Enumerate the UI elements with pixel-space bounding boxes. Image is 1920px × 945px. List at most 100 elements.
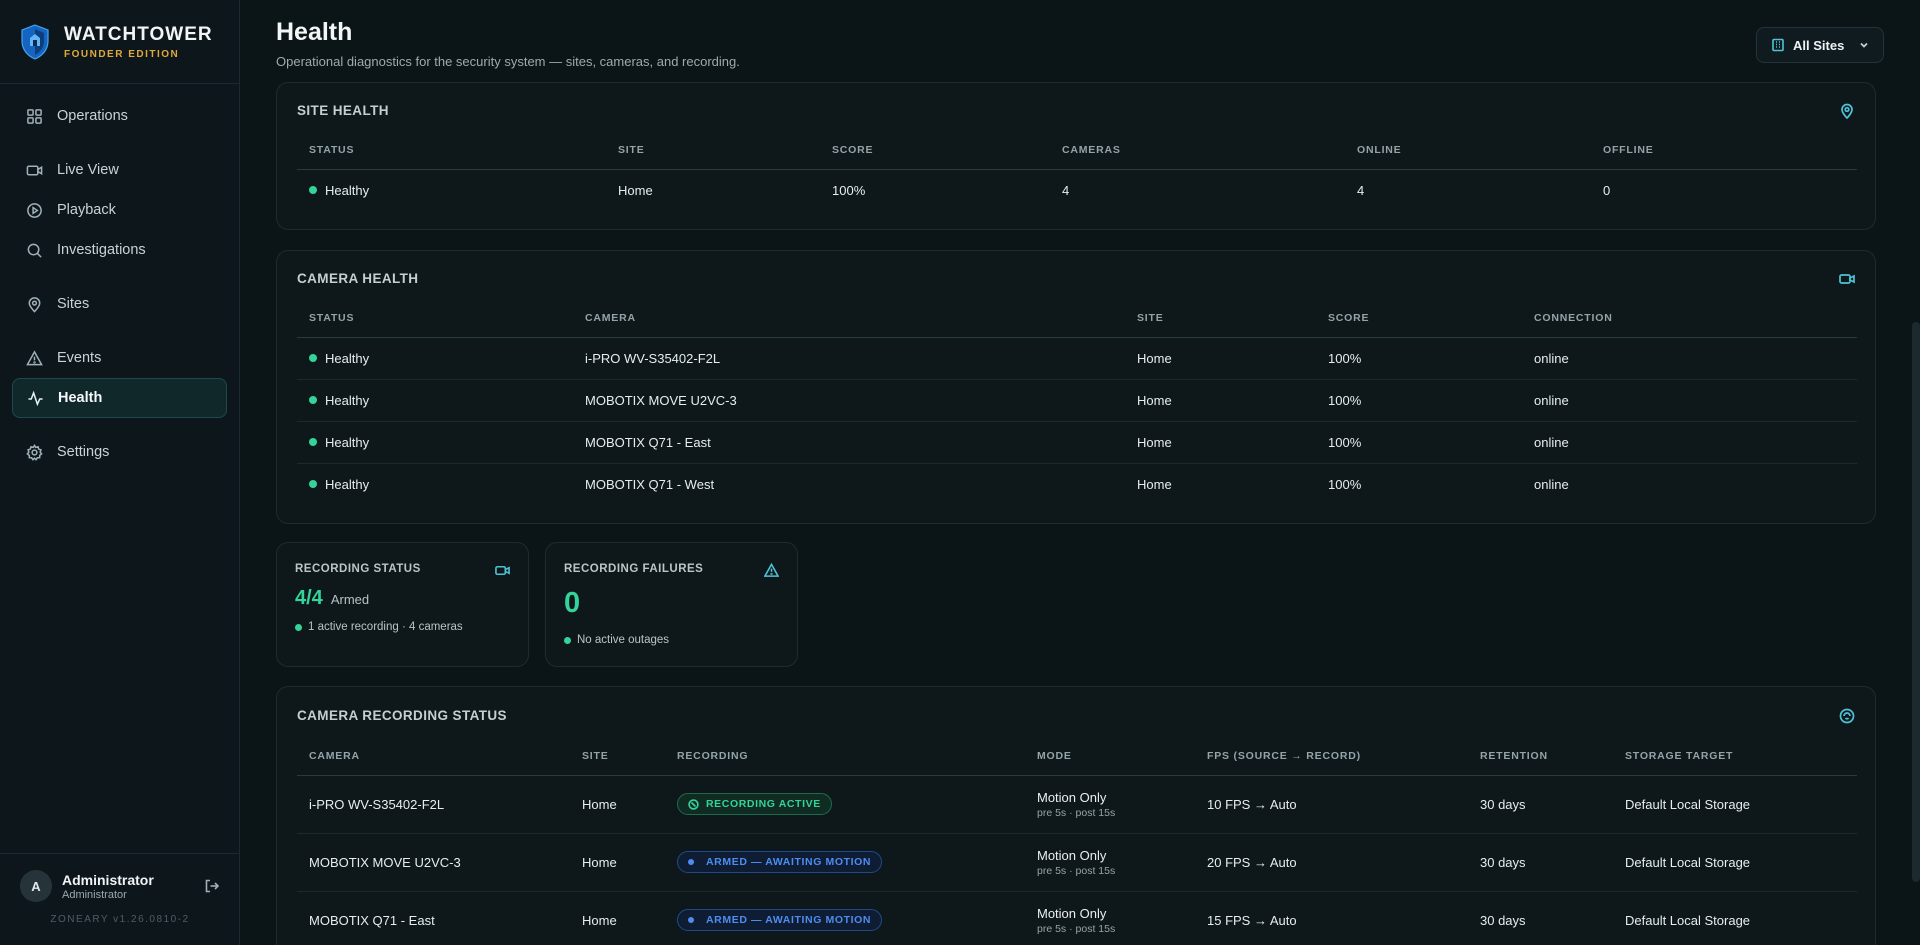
sidebar: WATCHTOWER FOUNDER EDITION Operations Li… [0, 0, 240, 945]
recording-status-card: RECORDING STATUS 4/4 Armed 1 active reco… [276, 542, 529, 667]
logout-icon[interactable] [204, 878, 220, 894]
nav-item-live-view[interactable]: Live View [12, 150, 227, 190]
status-text: Healthy [325, 392, 370, 408]
nav-label: Investigations [57, 242, 146, 258]
main-nav: Operations Live View Playback Investigat… [0, 84, 239, 472]
col-status[interactable]: STATUS [297, 299, 573, 338]
col-online[interactable]: ONLINE [1345, 131, 1591, 170]
mode-cell: Motion Only pre 5s · post 15s [1025, 833, 1195, 892]
table-row[interactable]: i-PRO WV-S35402-F2L Home RECORDING ACTIV… [297, 775, 1857, 834]
table-row[interactable]: Healthy MOBOTIX MOVE U2VC-3 Home 100% on… [297, 379, 1857, 422]
site-health-table: STATUS SITE SCORE CAMERAS ONLINE OFFLINE… [297, 131, 1857, 211]
card-title: CAMERA HEALTH [297, 271, 419, 286]
table-row[interactable]: Healthy i-PRO WV-S35402-F2L Home 100% on… [297, 337, 1857, 380]
nav-item-health[interactable]: Health [12, 378, 227, 418]
user-name: Administrator [62, 871, 154, 888]
failures-note: No active outages [564, 634, 669, 646]
col-camera[interactable]: CAMERA [573, 299, 1125, 338]
camera-cell: i-PRO WV-S35402-F2L [573, 337, 1125, 380]
col-score[interactable]: SCORE [820, 131, 1050, 170]
col-mode[interactable]: MODE [1025, 737, 1195, 776]
camera-health-table: STATUS CAMERA SITE SCORE CONNECTION Heal… [297, 299, 1857, 505]
nav-item-investigations[interactable]: Investigations [12, 230, 227, 270]
recording-failures-card: RECORDING FAILURES 0 No active outages [545, 542, 798, 667]
site-cell: Home [618, 182, 653, 198]
recording-cell: RECORDING ACTIVE [665, 775, 1025, 834]
col-storage-target[interactable]: STORAGE TARGET [1613, 737, 1857, 776]
status-cell: Healthy [297, 421, 573, 464]
recording-cell: ARMED — AWAITING MOTION [665, 833, 1025, 892]
score-cell: 100% [1328, 476, 1362, 492]
recording-armed-label: Armed [330, 592, 370, 607]
table-row[interactable]: Healthy Home 100% 4 4 0 [297, 169, 1857, 211]
col-status[interactable]: STATUS [297, 131, 606, 170]
site-cell: Home [582, 912, 617, 928]
status-dot [688, 859, 694, 865]
table-row[interactable]: MOBOTIX MOVE U2VC-3 Home ARMED — AWAITIN… [297, 833, 1857, 892]
site-filter-value: All Sites [1793, 37, 1845, 53]
nav-item-operations[interactable]: Operations [12, 96, 227, 136]
scrollbar[interactable] [1912, 322, 1920, 882]
nav-item-playback[interactable]: Playback [12, 190, 227, 230]
brand-name: WATCHTOWER [64, 23, 213, 45]
camera-cell: MOBOTIX Q71 - East [309, 912, 435, 928]
nav-item-events[interactable]: Events [12, 338, 227, 378]
retention-cell: 30 days [1468, 775, 1613, 834]
status-dot [309, 353, 317, 362]
nav-label: Events [57, 350, 102, 366]
map-pin-icon [1841, 103, 1853, 119]
map-pin-icon [28, 296, 41, 313]
fps-cell: 15 FPS → Auto [1207, 912, 1297, 928]
storage-cell: Default Local Storage [1613, 833, 1857, 892]
site-filter-select[interactable]: All Sites [1756, 27, 1884, 63]
status-cell: Healthy [297, 379, 573, 422]
cameras-cell: 4 [1062, 182, 1070, 198]
col-fps[interactable]: FPS (SOURCE → RECORD) [1195, 737, 1468, 776]
col-score[interactable]: SCORE [1316, 299, 1522, 338]
col-retention[interactable]: RETENTION [1468, 737, 1613, 776]
activity-icon [28, 390, 43, 406]
status-dot [309, 479, 317, 488]
camera-cell: MOBOTIX Q71 - West [585, 476, 715, 492]
failures-count: 0 [564, 587, 581, 619]
storage-cell: Default Local Storage [1613, 775, 1857, 834]
table-row[interactable]: Healthy MOBOTIX Q71 - East Home 100% onl… [297, 421, 1857, 464]
nav-item-settings[interactable]: Settings [12, 432, 227, 472]
col-site[interactable]: SITE [570, 737, 665, 776]
status-dot [309, 185, 317, 194]
retention-cell: 30 days [1480, 912, 1526, 928]
building-icon [1772, 38, 1784, 52]
record-target-icon [1839, 708, 1855, 724]
table-row[interactable]: Healthy MOBOTIX Q71 - West Home 100% onl… [297, 463, 1857, 505]
recording-armed-count: 4/4 [295, 587, 323, 609]
card-title: RECORDING STATUS [295, 563, 421, 575]
mode-cell: Motion Only pre 5s · post 15s [1025, 775, 1195, 834]
app-version: ZONEARY v1.26.0810-2 [50, 914, 190, 925]
nav-label: Live View [57, 162, 119, 178]
brand[interactable]: WATCHTOWER FOUNDER EDITION [0, 0, 239, 84]
avatar[interactable]: A [20, 870, 52, 902]
camera-health-card: CAMERA HEALTH STATUS CAMERA SITE SCORE C… [276, 250, 1876, 524]
video-icon [1839, 274, 1855, 284]
connection-cell: online [1534, 476, 1569, 492]
col-site[interactable]: SITE [1125, 299, 1316, 338]
col-camera[interactable]: CAMERA [297, 737, 570, 776]
status-cell: Healthy [297, 169, 606, 211]
col-site[interactable]: SITE [606, 131, 820, 170]
col-offline[interactable]: OFFLINE [1591, 131, 1857, 170]
chevron-down-icon [1860, 42, 1868, 48]
table-row[interactable]: MOBOTIX Q71 - East Home ARMED — AWAITING… [297, 891, 1857, 945]
video-icon [495, 565, 510, 576]
mode-detail: pre 5s · post 15s [1037, 864, 1116, 877]
nav-item-sites[interactable]: Sites [12, 284, 227, 324]
mode-label: Motion Only [1037, 847, 1107, 863]
status-text: Healthy [325, 476, 370, 492]
fps-cell: 10 FPS → Auto [1195, 775, 1468, 834]
col-connection[interactable]: CONNECTION [1522, 299, 1857, 338]
col-cameras[interactable]: CAMERAS [1050, 131, 1345, 170]
offline-cell: 0 [1603, 182, 1611, 198]
site-cell: Home [570, 833, 665, 892]
camera-recording-card: CAMERA RECORDING STATUS CAMERA SITE RECO… [276, 686, 1876, 945]
col-recording[interactable]: RECORDING [665, 737, 1025, 776]
score-cell: 100% [1316, 337, 1522, 380]
